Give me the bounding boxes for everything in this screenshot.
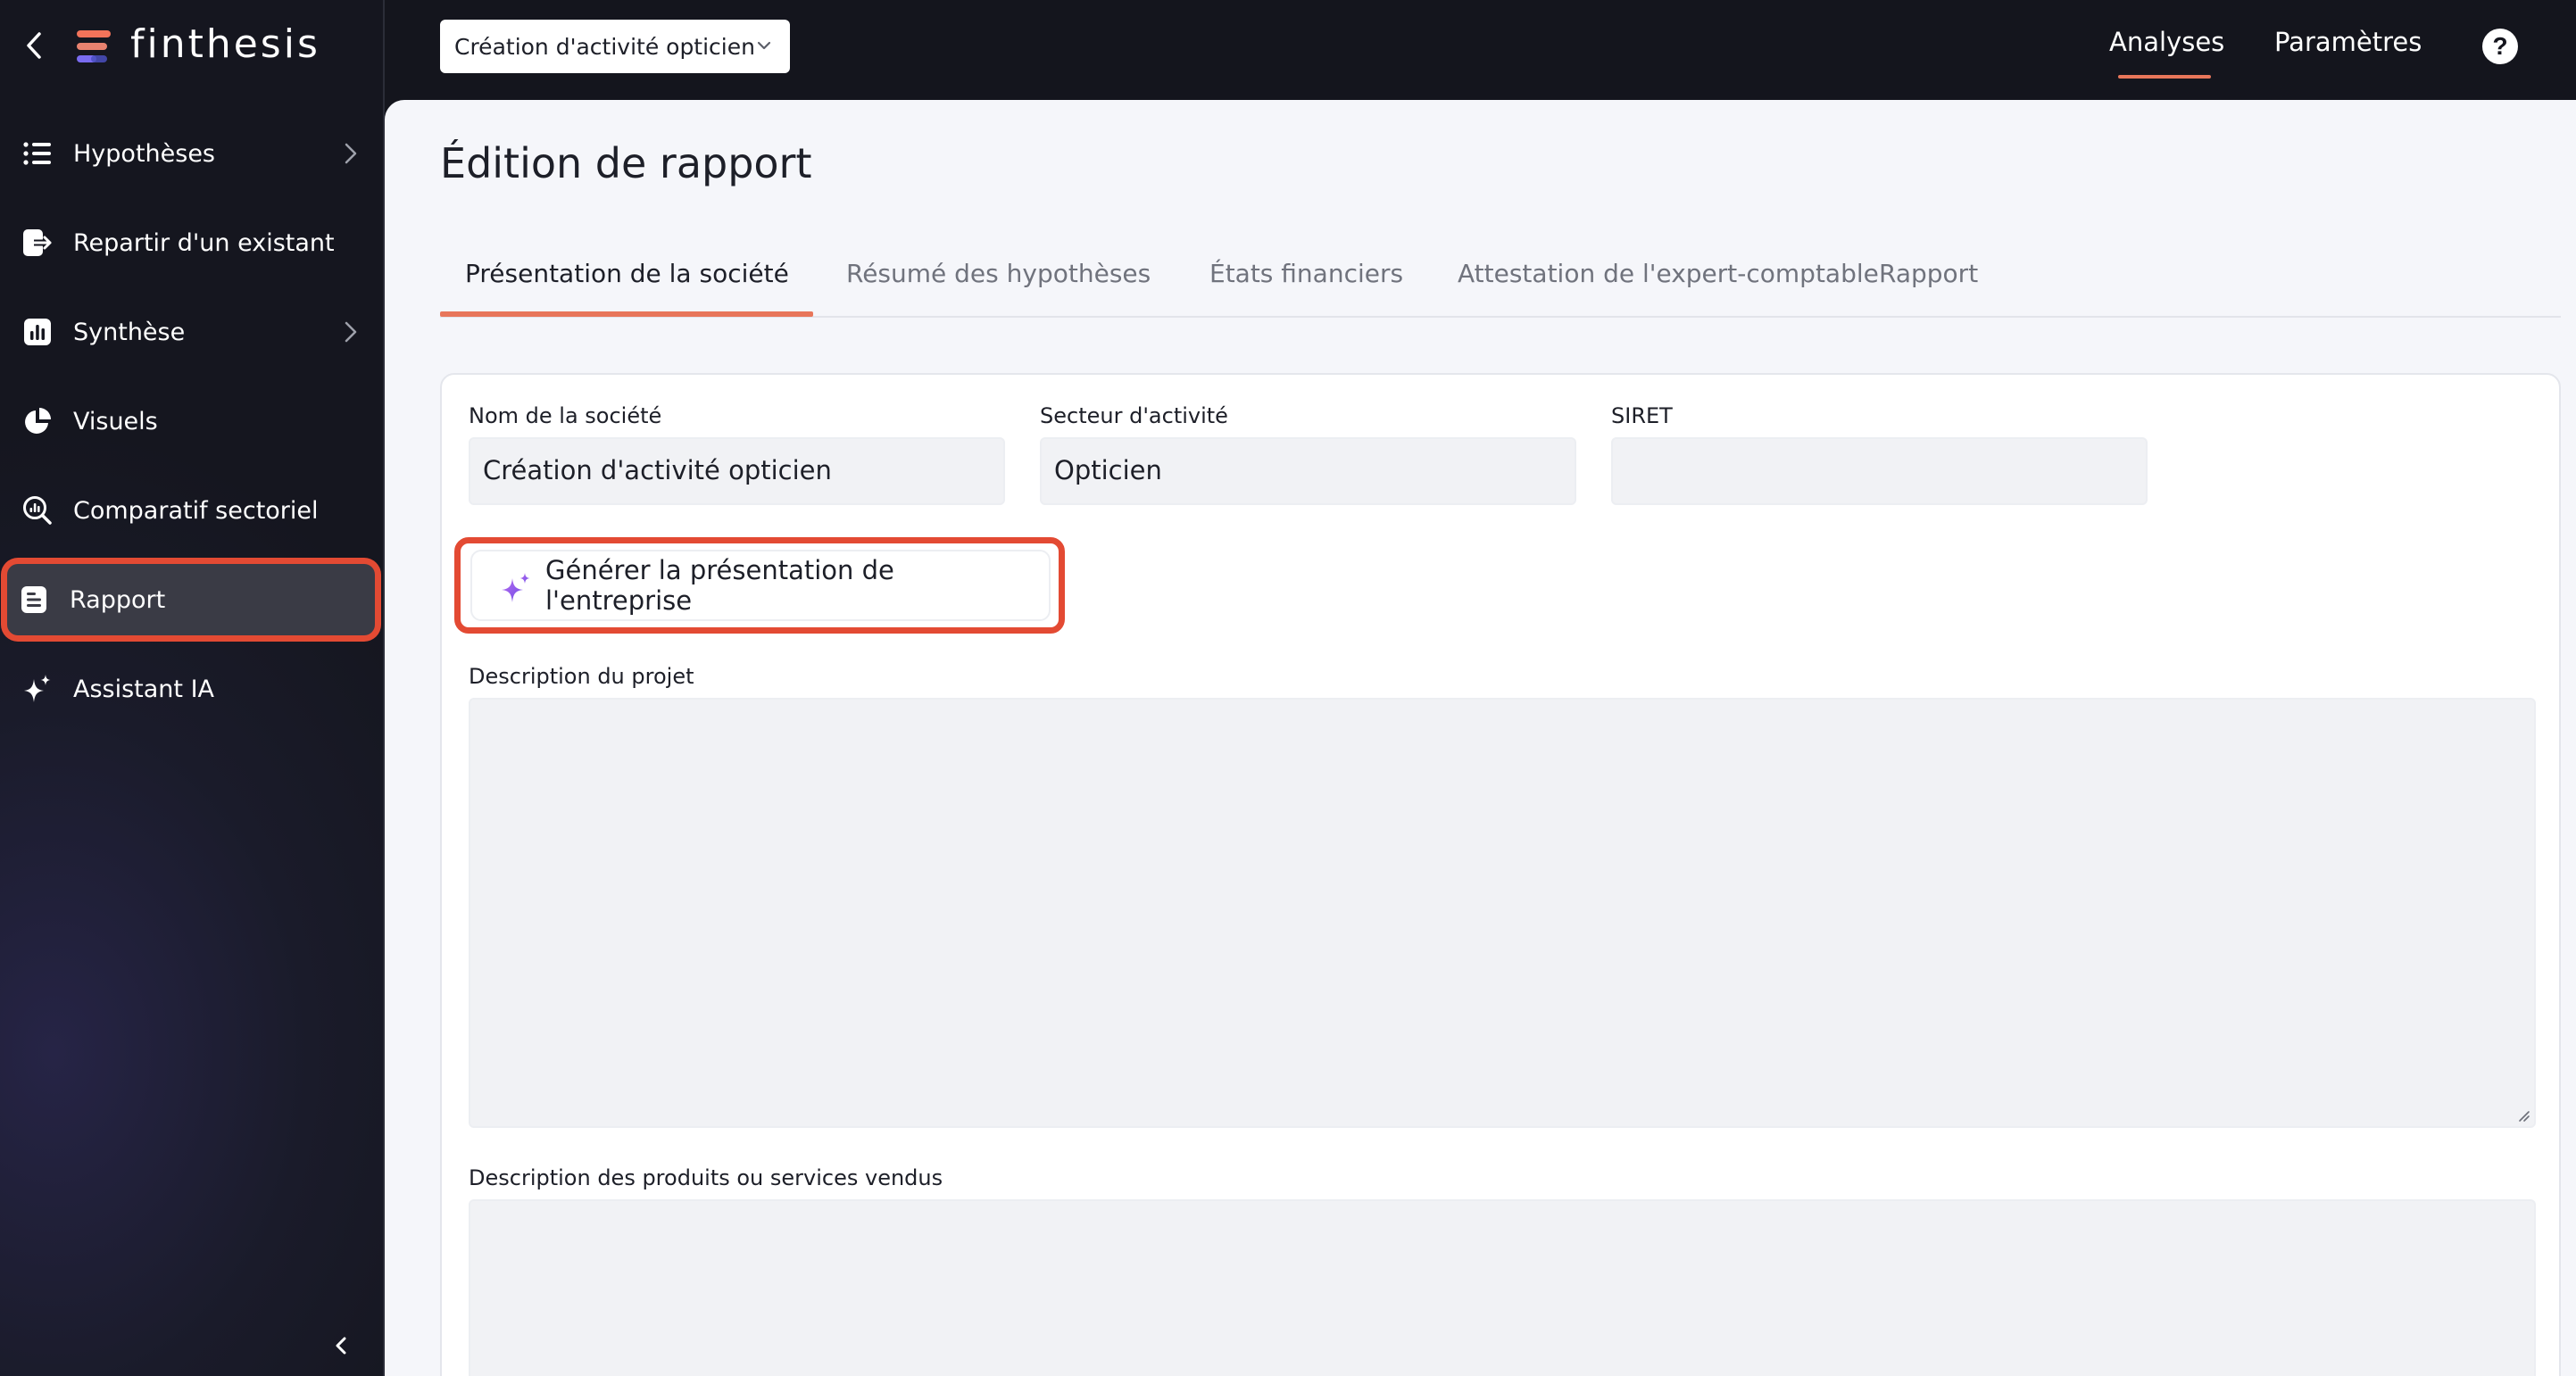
company-name-label: Nom de la société <box>469 403 662 428</box>
products-description-label: Description des produits ou services ven… <box>469 1165 943 1190</box>
ai-sparkle-icon <box>502 573 530 602</box>
project-description-textarea[interactable] <box>469 698 2536 1128</box>
sidebar-item-label: Hypothèses <box>73 139 215 168</box>
pie-chart-icon <box>21 405 54 437</box>
generate-presentation-label: Générer la présentation de l'entreprise <box>545 555 894 616</box>
chevron-down-icon <box>757 41 771 50</box>
sidebar-item-label: Comparatif sectoriel <box>73 496 319 525</box>
search-chart-icon <box>21 494 54 526</box>
project-description-label: Description du projet <box>469 664 694 689</box>
document-icon <box>18 584 50 616</box>
tab-presentation-societe[interactable]: Présentation de la société <box>465 259 789 288</box>
sidebar-item-synthese[interactable]: Synthèse <box>11 296 375 368</box>
back-button[interactable] <box>20 27 48 64</box>
nav-parametres-label: Paramètres <box>2274 27 2422 57</box>
list-icon <box>21 137 54 170</box>
tab-attestation-expert[interactable]: Attestation de l'expert-comptable <box>1458 259 1879 288</box>
finthesis-logo-icon <box>77 30 111 62</box>
generate-presentation-button[interactable]: Générer la présentation de l'entreprise <box>470 550 1051 621</box>
products-description-textarea[interactable] <box>469 1199 2536 1376</box>
company-form-card: Nom de la société Création d'activité op… <box>440 373 2561 1376</box>
sidebar-item-label: Repartir d'un existant <box>73 228 335 257</box>
bar-chart-icon <box>21 316 54 348</box>
sector-label: Secteur d'activité <box>1040 403 1228 428</box>
sidebar-item-assistant-ia[interactable]: Assistant IA <box>11 653 375 725</box>
sidebar-item-label: Visuels <box>73 407 158 435</box>
sector-input[interactable]: Opticien <box>1040 437 1576 505</box>
sidebar-item-hypotheses[interactable]: Hypothèses <box>11 118 375 189</box>
chevron-left-icon <box>336 1337 346 1355</box>
active-tab-underline <box>440 311 813 317</box>
siret-label: SIRET <box>1611 403 1673 428</box>
project-selector-value: Création d'activité opticien <box>454 33 755 60</box>
sparkle-icon <box>21 673 54 705</box>
chevron-left-icon <box>27 32 41 59</box>
sidebar-item-label: Synthèse <box>73 318 186 346</box>
top-bar: Création d'activité opticien Analyses Pa… <box>385 0 2576 100</box>
nav-parametres[interactable]: Paramètres <box>2274 27 2422 57</box>
page-title: Édition de rapport <box>440 139 812 187</box>
import-icon <box>21 227 54 259</box>
chevron-right-icon <box>345 143 357 164</box>
resize-handle-icon[interactable] <box>2514 1107 2530 1123</box>
tab-rapport[interactable]: Rapport <box>1879 259 1978 288</box>
sidebar-item-rapport[interactable]: Rapport <box>7 564 375 635</box>
collapse-sidebar-button[interactable] <box>328 1330 353 1362</box>
project-selector[interactable]: Création d'activité opticien <box>440 20 790 73</box>
sidebar-item-label: Assistant IA <box>73 675 215 703</box>
sidebar-item-comparatif[interactable]: Comparatif sectoriel <box>11 475 375 546</box>
tab-resume-hypotheses[interactable]: Résumé des hypothèses <box>846 259 1151 288</box>
company-name-input[interactable]: Création d'activité opticien <box>469 437 1005 505</box>
sidebar-item-label: Rapport <box>70 585 166 614</box>
sidebar-item-visuels[interactable]: Visuels <box>11 385 375 457</box>
active-nav-underline <box>2118 75 2211 79</box>
report-tabs: Présentation de la société Résumé des hy… <box>440 243 2561 318</box>
nav-analyses[interactable]: Analyses <box>2109 27 2225 79</box>
brand-name: finthesis <box>130 21 320 67</box>
main-content: Édition de rapport Présentation de la so… <box>385 100 2576 1376</box>
tab-etats-financiers[interactable]: États financiers <box>1209 259 1403 288</box>
sidebar: finthesis Hypothèses Repartir d'un exist… <box>0 0 385 1376</box>
sidebar-item-repartir[interactable]: Repartir d'un existant <box>11 207 375 278</box>
siret-input[interactable] <box>1611 437 2148 505</box>
chevron-right-icon <box>345 321 357 343</box>
help-icon[interactable]: ? <box>2482 29 2518 64</box>
brand-row: finthesis <box>0 0 385 93</box>
nav-analyses-label: Analyses <box>2109 27 2225 57</box>
